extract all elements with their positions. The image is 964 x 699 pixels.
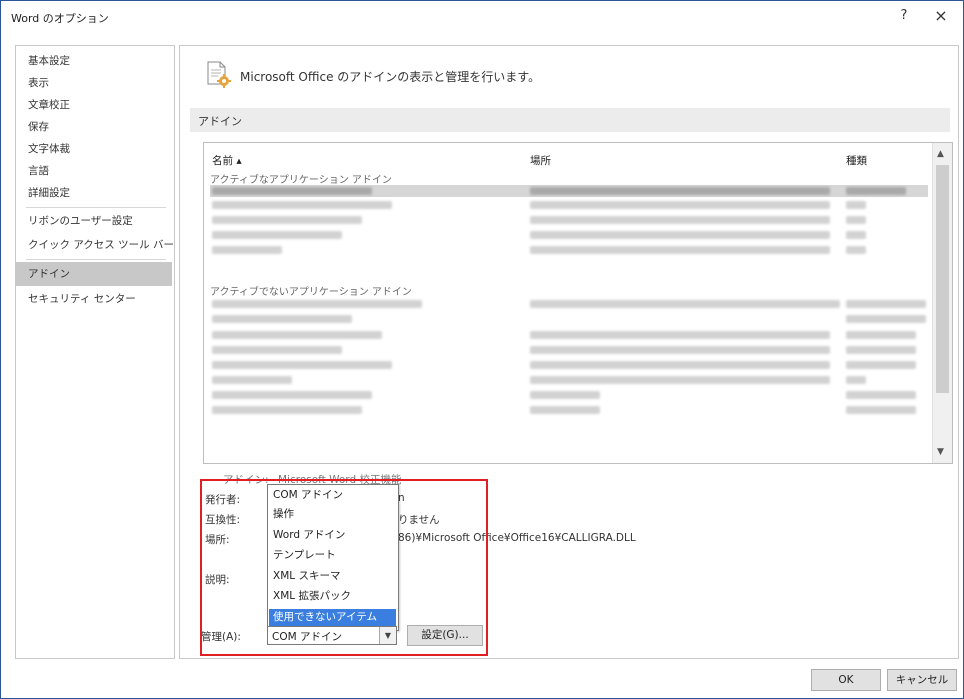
blurred-cell (530, 300, 840, 308)
column-header-type[interactable]: 種類 (846, 153, 867, 168)
column-header-location[interactable]: 場所 (530, 153, 551, 168)
blurred-cell (530, 187, 830, 195)
vertical-scrollbar[interactable]: ▲ ▼ (932, 143, 952, 463)
dropdown-option-templates[interactable]: テンプレート (269, 547, 396, 564)
ok-button[interactable]: OK (811, 669, 881, 691)
blurred-cell (530, 346, 830, 354)
nav-item-advanced[interactable]: 詳細設定 (16, 182, 172, 204)
blurred-cell (212, 406, 362, 414)
blurred-cell (530, 231, 830, 239)
nav-item-save[interactable]: 保存 (16, 116, 172, 138)
dropdown-option-word-addins[interactable]: Word アドイン (269, 527, 396, 544)
group-active-addins: アクティブなアプリケーション アドイン (210, 175, 392, 186)
detail-publisher-label: 発行者: (205, 494, 241, 506)
blurred-cell (846, 187, 906, 195)
nav-item-customize-ribbon[interactable]: リボンのユーザー設定 (16, 210, 172, 232)
blurred-cell (846, 246, 866, 254)
blurred-cell (212, 331, 382, 339)
detail-compatibility-label: 互換性: (205, 514, 241, 526)
go-settings-button[interactable]: 設定(G)... (407, 625, 483, 646)
manage-selected-value: COM アドイン (272, 631, 342, 643)
blurred-cell (212, 187, 372, 195)
options-dialog: Word のオプション ? × 基本設定 表示 文章校正 保存 文字体裁 言語 … (0, 0, 964, 699)
dropdown-option-disabled-items[interactable]: 使用できないアイテム (269, 609, 396, 626)
addin-list[interactable]: 名前 ▴ 場所 種類 アクティブなアプリケーション アドイン アクティブでないア… (203, 142, 953, 464)
dialog-title: Word のオプション (11, 12, 109, 25)
blurred-cell (846, 216, 866, 224)
blurred-cell (212, 246, 282, 254)
nav-item-typography[interactable]: 文字体裁 (16, 138, 172, 160)
blurred-cell (212, 201, 392, 209)
blurred-cell (846, 201, 866, 209)
dropdown-option-xml-schemas[interactable]: XML スキーマ (269, 568, 396, 585)
blurred-cell (530, 406, 600, 414)
nav-item-trust-center[interactable]: セキュリティ センター (16, 288, 172, 310)
blurred-cell (530, 216, 830, 224)
dropdown-option-actions[interactable]: 操作 (269, 506, 396, 523)
addin-gear-icon (207, 61, 231, 88)
nav-item-proofing[interactable]: 文章校正 (16, 94, 172, 116)
detail-location-value: 86)¥Microsoft Office¥Office16¥CALLIGRA.D… (398, 532, 636, 544)
blurred-cell (212, 315, 352, 323)
blurred-cell (846, 231, 866, 239)
detail-addin-label: アドイン: (223, 474, 269, 486)
nav-item-display[interactable]: 表示 (16, 72, 172, 94)
cancel-button[interactable]: キャンセル (887, 669, 957, 691)
blurred-cell (530, 331, 830, 339)
manage-label: 管理(A): (201, 631, 241, 643)
help-button[interactable]: ? (895, 8, 913, 23)
blurred-cell (846, 331, 916, 339)
manage-dropdown-list[interactable]: COM アドイン 操作 Word アドイン テンプレート XML スキーマ XM… (267, 484, 399, 631)
nav-item-general[interactable]: 基本設定 (16, 50, 172, 72)
section-header: アドイン (190, 108, 950, 132)
scroll-thumb[interactable] (936, 165, 949, 393)
column-header-name[interactable]: 名前 ▴ (212, 153, 242, 168)
blurred-cell (846, 346, 916, 354)
blurred-cell (212, 231, 342, 239)
pane-description: Microsoft Office のアドインの表示と管理を行います。 (240, 70, 541, 84)
nav-item-language[interactable]: 言語 (16, 160, 172, 182)
title-bar: Word のオプション ? × (1, 1, 963, 33)
blurred-cell (530, 361, 830, 369)
blurred-cell (530, 391, 600, 399)
blurred-cell (846, 315, 926, 323)
scroll-down-icon[interactable]: ▼ (937, 447, 944, 457)
blurred-cell (530, 246, 830, 254)
blurred-cell (530, 376, 830, 384)
blurred-cell (212, 391, 372, 399)
blurred-cell (212, 346, 342, 354)
detail-description-label: 説明: (205, 574, 230, 586)
manage-combobox[interactable]: COM アドイン ▼ (267, 626, 397, 645)
blurred-cell (212, 300, 422, 308)
detail-location-label: 場所: (205, 534, 230, 546)
blurred-cell (212, 216, 362, 224)
chevron-down-icon[interactable]: ▼ (379, 627, 396, 644)
close-button[interactable]: × (931, 6, 951, 25)
blurred-cell (846, 391, 916, 399)
nav-item-addins[interactable]: アドイン (16, 262, 172, 286)
detail-compatibility-value: りません (398, 514, 440, 526)
nav-item-quick-access-toolbar[interactable]: クイック アクセス ツール バー (16, 234, 174, 256)
blurred-cell (846, 376, 866, 384)
section-title: アドイン (198, 115, 242, 128)
blurred-cell (846, 361, 916, 369)
dropdown-option-xml-expansion-packs[interactable]: XML 拡張パック (269, 588, 396, 605)
category-nav: 基本設定 表示 文章校正 保存 文字体裁 言語 詳細設定 リボンのユーザー設定 … (15, 45, 175, 659)
nav-divider (26, 207, 166, 208)
scroll-up-icon[interactable]: ▲ (937, 149, 944, 159)
blurred-cell (846, 406, 916, 414)
blurred-cell (530, 201, 830, 209)
blurred-cell (846, 300, 926, 308)
blurred-cell (212, 376, 292, 384)
nav-divider (26, 259, 166, 260)
dropdown-option-com-addins[interactable]: COM アドイン (269, 487, 396, 504)
group-inactive-addins: アクティブでないアプリケーション アドイン (210, 287, 412, 298)
blurred-cell (212, 361, 392, 369)
